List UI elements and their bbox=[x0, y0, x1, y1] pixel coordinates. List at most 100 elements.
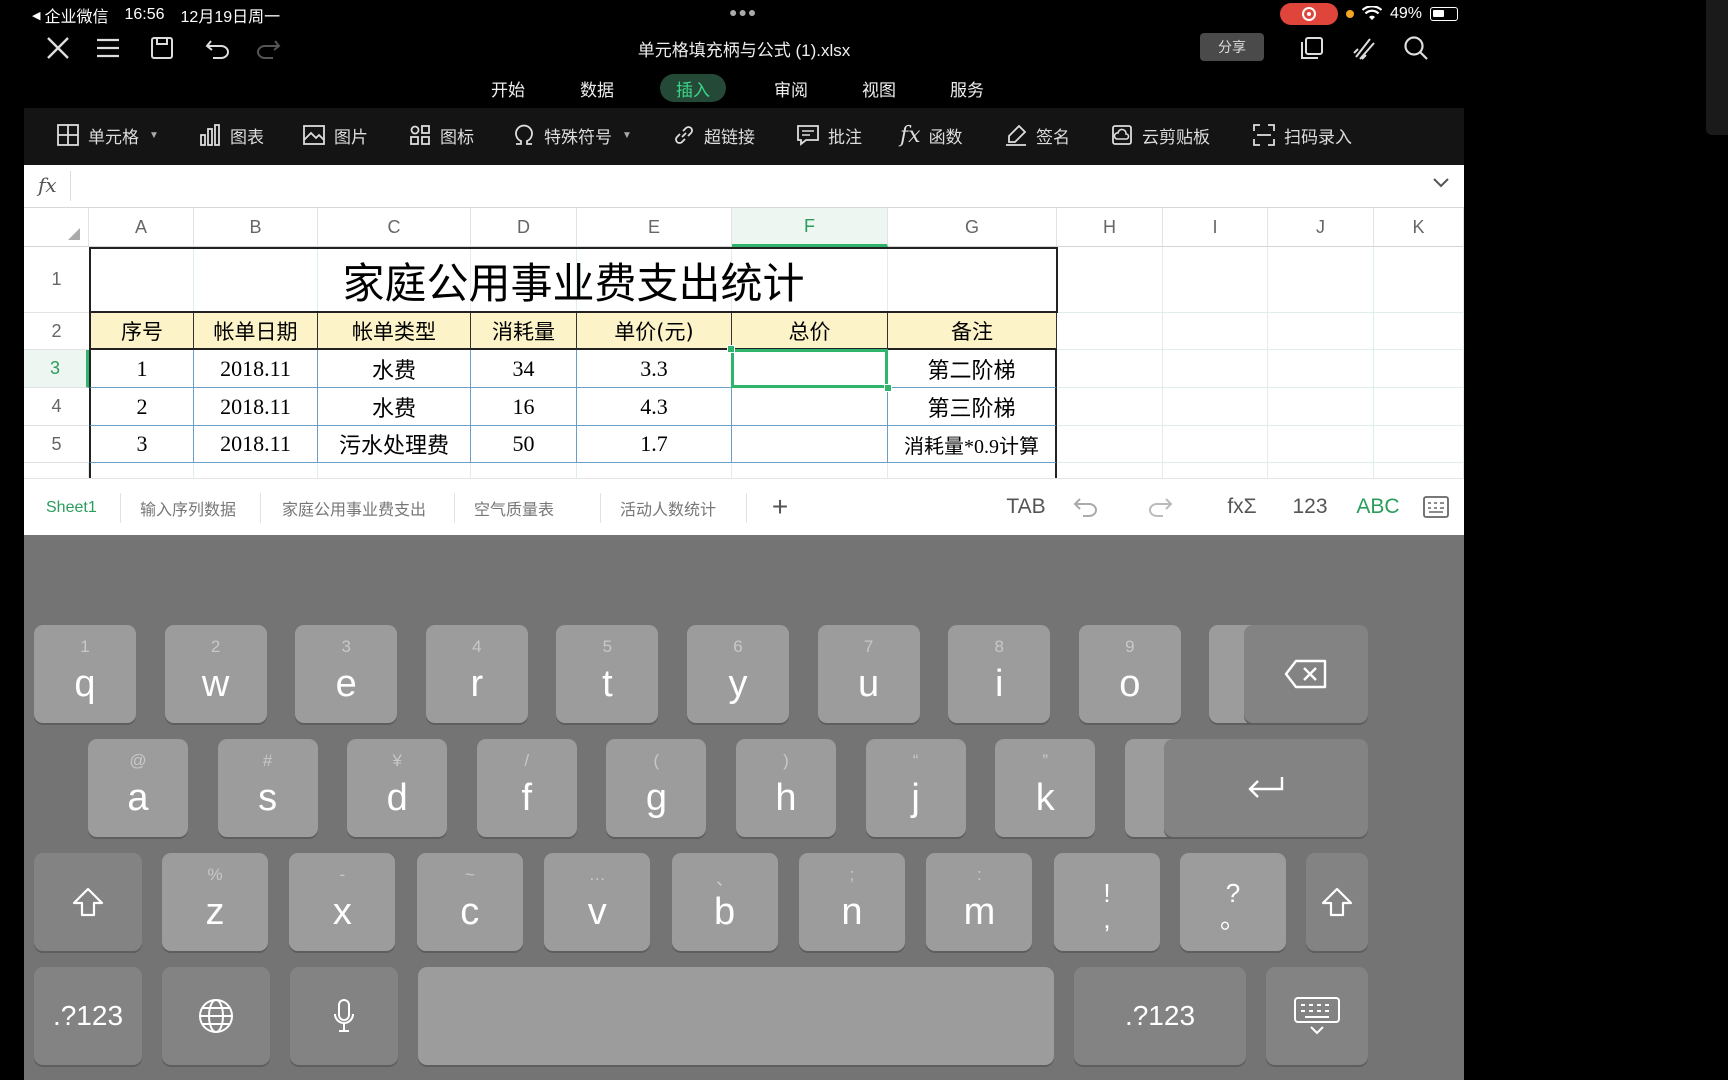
select-all-corner[interactable] bbox=[24, 208, 89, 247]
formula-bar[interactable]: fx bbox=[24, 165, 1464, 208]
row-header-1[interactable]: 1 bbox=[24, 247, 89, 313]
undo-input-icon[interactable] bbox=[1064, 491, 1108, 523]
key-t[interactable]: 5t bbox=[556, 625, 659, 723]
ribbon-scan[interactable]: 扫码录入 bbox=[1252, 120, 1352, 150]
sheet-tab-utilities[interactable]: 家庭公用事业费支出 bbox=[282, 479, 426, 536]
chevron-down-icon[interactable] bbox=[1432, 175, 1450, 193]
key-z[interactable]: % z bbox=[162, 853, 268, 951]
column-header-a[interactable]: A bbox=[89, 208, 194, 247]
key-v[interactable]: … v bbox=[544, 853, 651, 951]
sheet-tab-sequence[interactable]: 输入序列数据 bbox=[140, 479, 236, 536]
row-header-2[interactable]: 2 bbox=[24, 313, 89, 350]
dictation-key[interactable] bbox=[290, 967, 398, 1065]
tab-start[interactable]: 开始 bbox=[475, 74, 541, 102]
key-m[interactable]: :m bbox=[926, 853, 1033, 951]
sheet-title-cell[interactable]: 家庭公用事业费支出统计 bbox=[89, 247, 1058, 313]
redo-input-icon[interactable] bbox=[1138, 491, 1182, 523]
data-cell[interactable]: 50 bbox=[471, 426, 577, 463]
fill-handle[interactable] bbox=[884, 384, 892, 392]
column-header-h[interactable]: H bbox=[1057, 208, 1163, 247]
key-exclaim-comma[interactable]: !, bbox=[1054, 853, 1160, 951]
header-cell[interactable]: 消耗量 bbox=[471, 313, 577, 350]
ribbon-picture[interactable]: 图片 bbox=[302, 120, 368, 150]
shift-key-left[interactable] bbox=[34, 853, 142, 951]
row-header-5[interactable]: 5 bbox=[24, 426, 89, 463]
globe-key[interactable] bbox=[162, 967, 270, 1065]
selected-cell-outline[interactable] bbox=[731, 349, 888, 388]
header-cell[interactable]: 帐单类型 bbox=[318, 313, 471, 350]
key-o[interactable]: 9o bbox=[1078, 625, 1181, 723]
key-a[interactable]: @ a bbox=[88, 739, 188, 837]
column-header-c[interactable]: C bbox=[318, 208, 471, 247]
share-button[interactable]: 分享 bbox=[1200, 33, 1264, 61]
numeric-keyboard-button[interactable]: 123 bbox=[1280, 491, 1340, 523]
numbers-mode-key-left[interactable]: .?123 bbox=[34, 967, 142, 1065]
key-n[interactable]: ; n bbox=[799, 853, 905, 951]
header-cell[interactable]: 总价 bbox=[732, 313, 888, 350]
ribbon-function[interactable]: fx 函数 bbox=[900, 120, 963, 150]
column-header-k[interactable]: K bbox=[1374, 208, 1464, 247]
key-u[interactable]: 7u bbox=[817, 625, 920, 723]
multitask-dots-icon[interactable]: ●●● bbox=[729, 4, 757, 20]
key-e[interactable]: 3e bbox=[295, 625, 398, 723]
data-cell[interactable]: 第三阶梯 bbox=[888, 388, 1057, 426]
sheet-tab-attendance[interactable]: 活动人数统计 bbox=[620, 479, 716, 536]
numbers-mode-key-right[interactable]: .?123 bbox=[1074, 967, 1246, 1065]
key-h[interactable]: ) h bbox=[736, 739, 836, 837]
data-cell[interactable]: 第二阶梯 bbox=[888, 350, 1057, 388]
search-icon[interactable] bbox=[1398, 30, 1434, 66]
add-sheet-icon[interactable]: + bbox=[760, 491, 800, 523]
data-cell[interactable]: 2 bbox=[89, 388, 194, 426]
column-header-b[interactable]: B bbox=[194, 208, 318, 247]
data-cell[interactable]: 16 bbox=[471, 388, 577, 426]
key-i[interactable]: 8i bbox=[948, 625, 1051, 723]
row-header-3[interactable]: 3 bbox=[24, 350, 89, 388]
selection-handle-top-left[interactable] bbox=[727, 345, 735, 353]
header-cell[interactable]: 单价(元) bbox=[577, 313, 732, 350]
ribbon-symbol[interactable]: 特殊符号 ▼ bbox=[512, 120, 632, 150]
data-cell[interactable]: 水费 bbox=[318, 350, 471, 388]
key-f[interactable]: / f bbox=[476, 739, 577, 837]
data-cell[interactable]: 污水处理费 bbox=[318, 426, 471, 463]
fx-sum-button[interactable]: fxΣ bbox=[1210, 491, 1274, 523]
key-r[interactable]: 4r bbox=[425, 625, 528, 723]
tab-key-button[interactable]: TAB bbox=[996, 491, 1056, 523]
ribbon-chart[interactable]: 图表 bbox=[198, 120, 264, 150]
return-key-wide[interactable] bbox=[1164, 739, 1368, 837]
data-cell[interactable]: 2018.11 bbox=[194, 426, 318, 463]
header-cell[interactable]: 序号 bbox=[89, 313, 194, 350]
ribbon-clipboard[interactable]: 云剪贴板 bbox=[1110, 120, 1210, 150]
column-header-g[interactable]: G bbox=[888, 208, 1057, 247]
data-cell[interactable]: 水费 bbox=[318, 388, 471, 426]
ribbon-hyperlink[interactable]: 超链接 bbox=[672, 120, 755, 150]
data-cell[interactable]: 34 bbox=[471, 350, 577, 388]
header-cell[interactable]: 备注 bbox=[888, 313, 1057, 350]
data-cell[interactable]: 消耗量*0.9计算 bbox=[888, 426, 1057, 463]
data-cell[interactable]: 1.7 bbox=[577, 426, 732, 463]
data-cell[interactable]: 2018.11 bbox=[194, 350, 318, 388]
column-header-e[interactable]: E bbox=[577, 208, 732, 247]
key-j[interactable]: “j bbox=[865, 739, 966, 837]
column-header-i[interactable]: I bbox=[1163, 208, 1268, 247]
letter-keyboard-button[interactable]: ABC bbox=[1346, 491, 1410, 523]
data-cell[interactable] bbox=[732, 388, 888, 426]
data-cell[interactable]: 3 bbox=[89, 426, 194, 463]
key-y[interactable]: 6y bbox=[687, 625, 789, 723]
key-d[interactable]: ¥ d bbox=[347, 739, 448, 837]
data-cell[interactable] bbox=[732, 426, 888, 463]
key-x[interactable]: -x bbox=[289, 853, 396, 951]
key-c[interactable]: ~ c bbox=[416, 853, 523, 951]
shift-key-right[interactable] bbox=[1306, 853, 1368, 951]
column-header-f[interactable]: F bbox=[732, 208, 888, 247]
ribbon-cell[interactable]: 单元格 ▼ bbox=[56, 120, 159, 150]
key-g[interactable]: (g bbox=[606, 739, 707, 837]
backspace-key[interactable] bbox=[1244, 625, 1368, 723]
tab-view[interactable]: 视图 bbox=[846, 74, 912, 102]
spreadsheet-grid[interactable]: A B C D E F G H I J K 1 2 3 4 5 家庭公用事业费支出统计 序号 帐单日期 帐单类型 消耗量… bbox=[24, 208, 1464, 478]
screen-recording-icon[interactable] bbox=[1279, 3, 1338, 25]
space-key[interactable] bbox=[418, 967, 1054, 1065]
data-cell[interactable]: 2018.11 bbox=[194, 388, 318, 426]
data-cell[interactable]: 3.3 bbox=[577, 350, 732, 388]
back-arrow-icon[interactable]: ◀ bbox=[32, 9, 40, 22]
tab-insert[interactable]: 插入 bbox=[660, 74, 726, 102]
